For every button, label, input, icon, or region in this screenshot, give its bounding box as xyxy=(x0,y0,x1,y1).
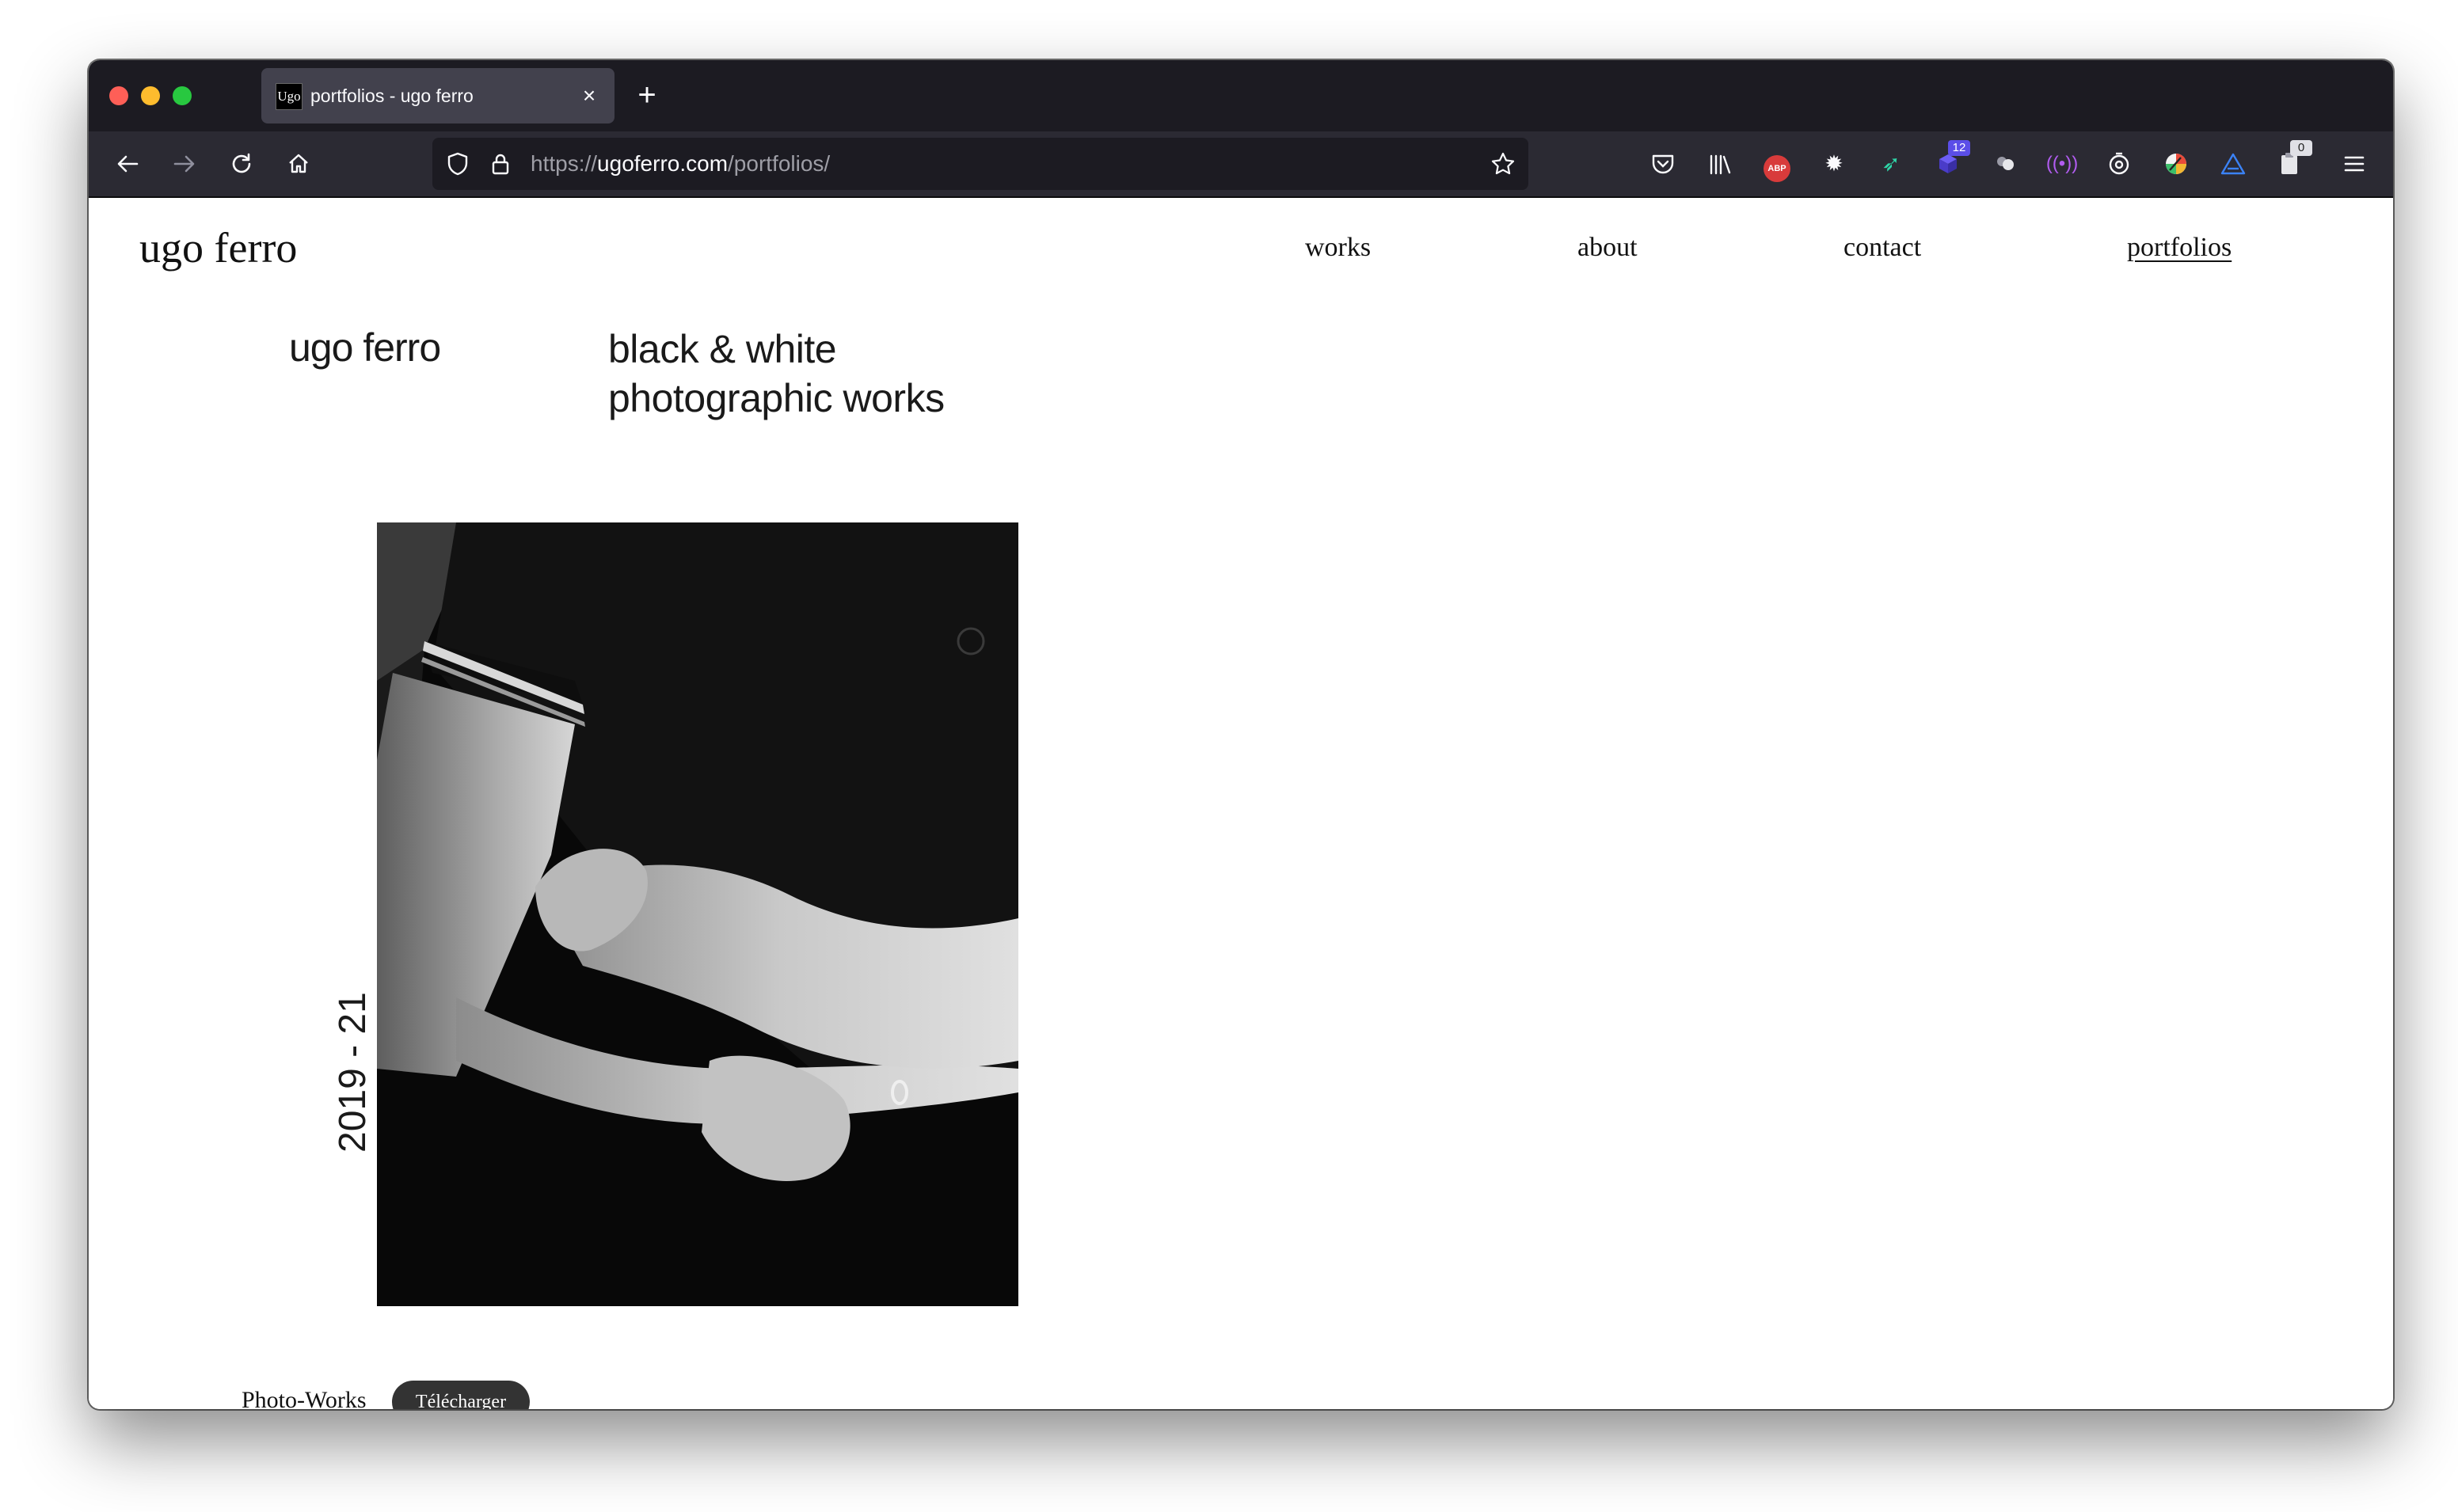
color-wheel-extension-icon[interactable] xyxy=(2159,146,2194,181)
crossed-arms-photo xyxy=(377,522,1018,1306)
nav-link-portfolios[interactable]: portfolios xyxy=(2127,233,2232,263)
portfolio-title-line-1: black & white xyxy=(608,327,837,371)
cube-extension-icon[interactable]: 12 xyxy=(1931,140,1970,181)
close-tab-icon[interactable]: × xyxy=(575,82,603,110)
url-host: ugoferro.com xyxy=(597,151,729,176)
url-bar[interactable]: https://ugoferro.com/portfolios/ xyxy=(432,138,1528,190)
minimize-window-button[interactable] xyxy=(141,86,160,105)
gear-extension-icon[interactable]: ✹ xyxy=(1817,146,1851,181)
pocket-icon[interactable] xyxy=(1646,146,1680,181)
portfolio-title: black & white photographic works xyxy=(608,325,945,423)
back-arrow-icon[interactable] xyxy=(109,146,146,182)
navigation-toolbar: https://ugoferro.com/portfolios/ ABP ✹ ➶… xyxy=(89,131,2393,198)
portfolio-years: 2019 - 21 xyxy=(332,992,374,1153)
site-favicon-icon: Ugo xyxy=(276,83,302,110)
cube-extension-badge: 12 xyxy=(1948,140,1970,156)
browser-window: Ugo portfolios - ugo ferro × + https://u… xyxy=(89,60,2393,1409)
tab-strip: Ugo portfolios - ugo ferro × + xyxy=(89,60,2393,131)
site-brand-link[interactable]: ugo ferro xyxy=(139,223,297,272)
url-text[interactable]: https://ugoferro.com/portfolios/ xyxy=(531,138,830,190)
bookmark-star-icon[interactable] xyxy=(1487,147,1519,180)
url-scheme: https:// xyxy=(531,151,598,176)
page-content: ugo ferro works about contact portfolios… xyxy=(89,198,2393,1409)
tab-title: portfolios - ugo ferro xyxy=(310,85,474,106)
abp-label: ABP xyxy=(1764,155,1790,182)
people-extension-icon[interactable] xyxy=(1988,146,2022,181)
triangle-extension-icon[interactable] xyxy=(2216,146,2251,181)
hamburger-menu-icon[interactable] xyxy=(2336,146,2372,182)
close-window-button[interactable] xyxy=(109,86,128,105)
tracking-shield-icon[interactable] xyxy=(442,147,474,180)
forward-arrow-icon[interactable] xyxy=(166,146,203,182)
library-icon[interactable] xyxy=(1703,146,1737,181)
url-path: /portfolios/ xyxy=(728,151,831,176)
broadcast-extension-icon[interactable]: ((•)) xyxy=(2045,146,2079,181)
new-tab-icon[interactable]: + xyxy=(629,78,665,114)
portfolio-cover-photo[interactable] xyxy=(377,522,1018,1306)
timer-extension-icon[interactable] xyxy=(2102,146,2136,181)
clipboard-extension-badge: 0 xyxy=(2290,140,2312,156)
zoom-window-button[interactable] xyxy=(173,86,192,105)
tab-portfolios[interactable]: Ugo portfolios - ugo ferro × xyxy=(261,68,614,123)
nav-link-about[interactable]: about xyxy=(1577,233,1638,263)
nav-link-works[interactable]: works xyxy=(1305,233,1371,263)
download-button[interactable]: Télécharger xyxy=(392,1381,530,1409)
lock-icon[interactable] xyxy=(485,147,516,180)
adblock-plus-icon[interactable]: ABP xyxy=(1760,146,1794,182)
portfolio-caption: Photo-Works xyxy=(242,1387,367,1409)
portfolio-title-line-2: photographic works xyxy=(608,376,945,420)
home-icon[interactable] xyxy=(280,146,317,182)
portfolio-artist-name: ugo ferro xyxy=(289,325,441,370)
reload-icon[interactable] xyxy=(223,146,260,182)
nav-link-contact[interactable]: contact xyxy=(1844,233,1921,263)
bird-extension-icon[interactable]: ➶ xyxy=(1874,146,1908,181)
clipboard-extension-icon[interactable]: 0 xyxy=(2273,140,2312,181)
